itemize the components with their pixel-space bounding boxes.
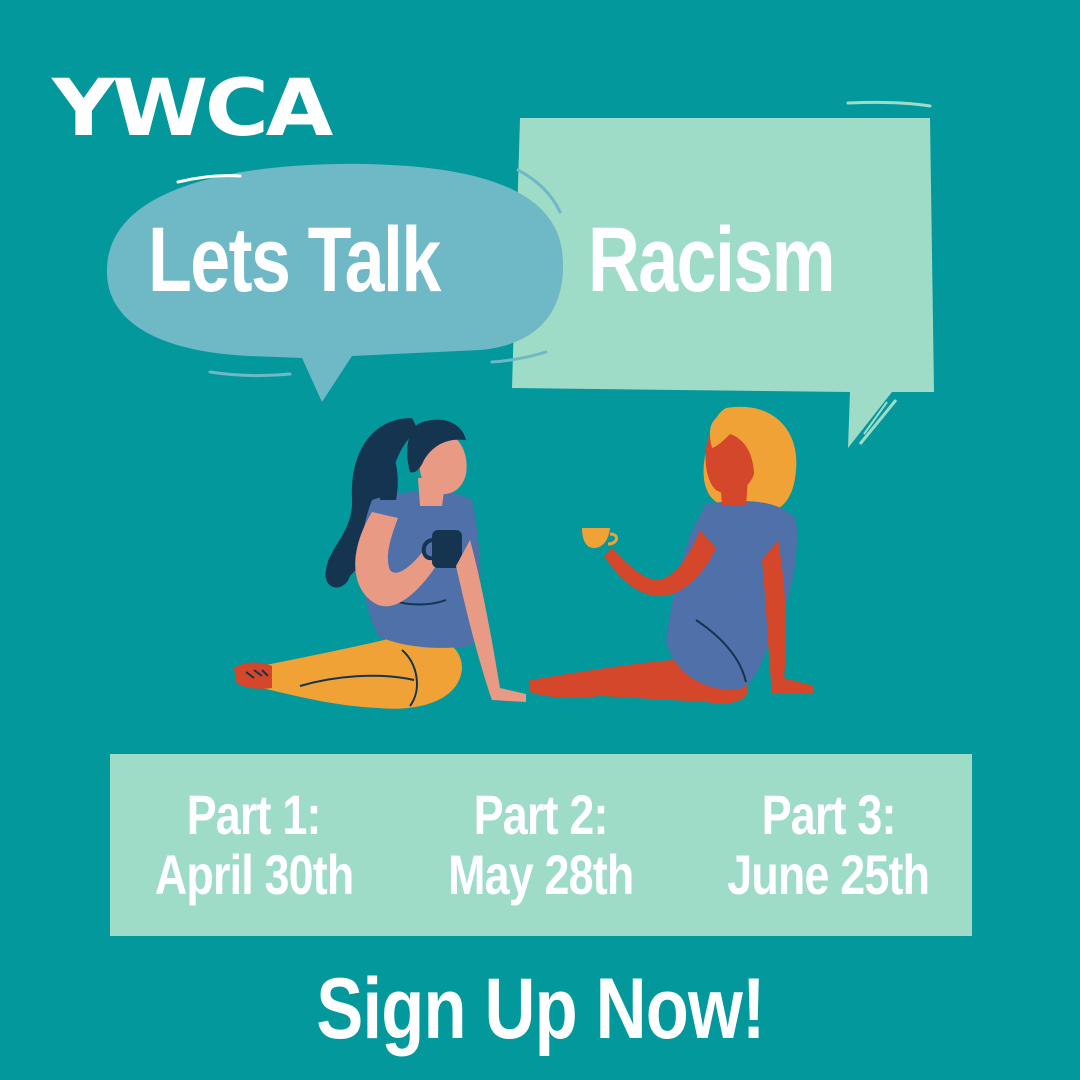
- schedule-part-1: Part 1: April 30th: [110, 754, 397, 936]
- part-3-date: June 25th: [727, 843, 930, 906]
- left-woman-figure: [234, 418, 526, 709]
- schedule-panel: Part 1: April 30th Part 2: May 28th Part…: [110, 754, 972, 936]
- sign-up-call-to-action: Sign Up Now!: [0, 966, 1080, 1052]
- part-1-label: Part 1:: [186, 782, 322, 846]
- part-2-date: May 28th: [448, 843, 634, 906]
- schedule-part-2: Part 2: May 28th: [397, 754, 684, 936]
- poster: YWCA Lets Talk Racism Part 1: April 30th…: [0, 0, 1080, 1080]
- schedule-part-3: Part 3: June 25th: [685, 754, 972, 936]
- part-3-label: Part 3:: [761, 782, 896, 846]
- right-woman-figure: [530, 406, 814, 704]
- part-1-date: April 30th: [154, 843, 353, 906]
- sign-up-text: Sign Up Now!: [315, 961, 765, 1057]
- part-2-label: Part 2:: [474, 782, 609, 846]
